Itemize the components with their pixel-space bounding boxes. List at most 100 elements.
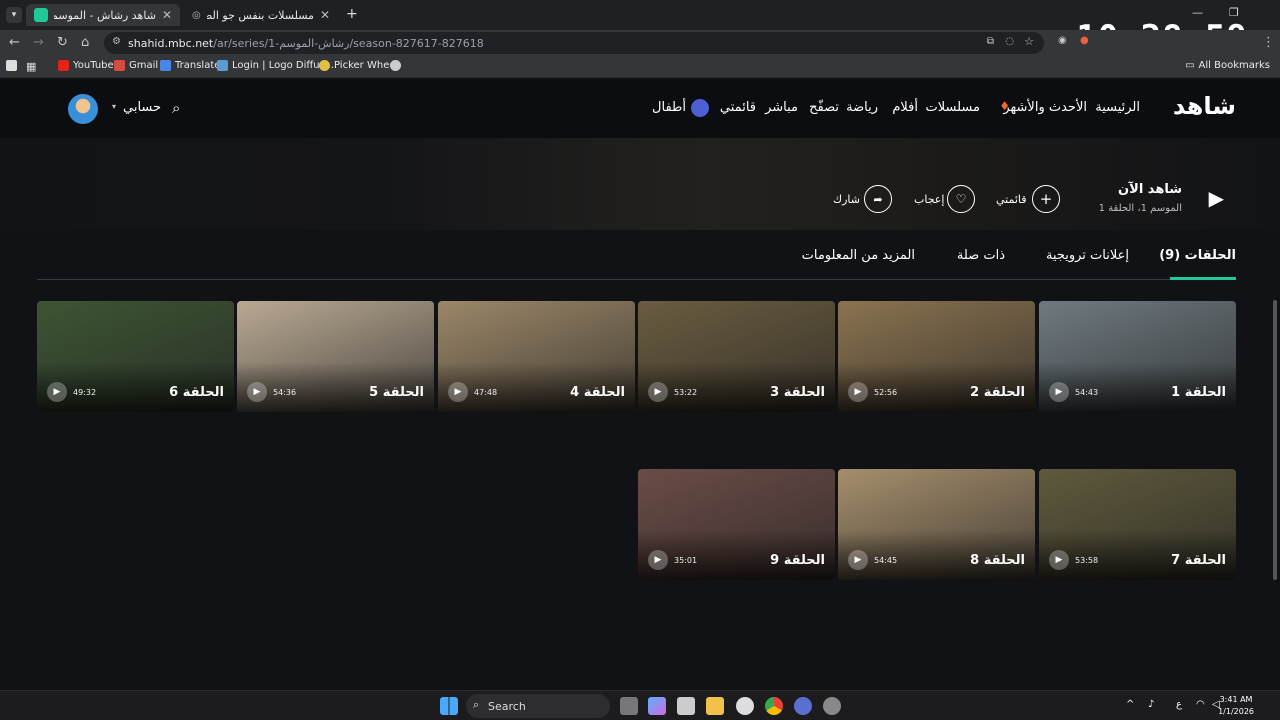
chrome-icon[interactable]: [765, 697, 783, 715]
back-icon[interactable]: ←: [9, 35, 20, 50]
new-tab-button[interactable]: +: [346, 6, 358, 22]
episode-duration: 54:45: [874, 556, 898, 565]
play-icon[interactable]: ▶: [1049, 550, 1069, 570]
url-path: /ar/series/رشاش-الموسم-1/season-827617-8…: [213, 36, 484, 50]
episode-card[interactable]: الحلقة 6 ▶ 49:32: [37, 301, 234, 412]
like-button[interactable]: ♡: [947, 185, 975, 213]
bookmark-gmail[interactable]: Gmail: [114, 60, 158, 71]
tab-more-info[interactable]: المزيد من المعلومات: [802, 248, 915, 263]
taskbar-clock[interactable]: 3:41 AM 1/1/2026: [1218, 694, 1254, 718]
settings-icon[interactable]: [736, 697, 754, 715]
app-notify-icon[interactable]: [823, 697, 841, 715]
episode-title: الحلقة 6: [169, 385, 224, 400]
extension-icon[interactable]: ◉: [1058, 35, 1067, 46]
episode-card[interactable]: الحلقة 3 ▶ 53:22: [638, 301, 835, 412]
play-icon[interactable]: ▶: [848, 382, 868, 402]
nav-browse[interactable]: تصفّح: [809, 100, 839, 115]
avatar[interactable]: [68, 94, 98, 124]
tab-title: شاهد رشاش - الموسم 1 | ...id.net: [54, 8, 156, 22]
search-icon[interactable]: ⌕: [172, 99, 180, 117]
play-icon[interactable]: ▶: [1209, 186, 1224, 210]
nav-kids[interactable]: أطفال: [652, 100, 686, 115]
nav-series[interactable]: مسلسلات: [926, 100, 980, 115]
forward-icon[interactable]: →: [33, 35, 44, 50]
share-button[interactable]: ➦: [864, 185, 892, 213]
apps-icon[interactable]: [6, 60, 17, 71]
nav-movies[interactable]: أفلام: [892, 100, 918, 115]
tab-episodes[interactable]: الحلقات (9): [1159, 248, 1236, 263]
add-mylist-button[interactable]: +: [1032, 185, 1060, 213]
nav-home[interactable]: الرئيسية: [1095, 100, 1140, 115]
episode-title: الحلقة 8: [970, 553, 1025, 568]
tab-shahid[interactable]: شاهد رشاش - الموسم 1 | ...id.net ✕: [26, 4, 180, 26]
tab-search[interactable]: ◎ مسلسلات بنفس جو الضارية ✕: [184, 4, 338, 26]
bookmark-globe[interactable]: [390, 60, 401, 71]
app-icon[interactable]: [794, 697, 812, 715]
page-scrollbar[interactable]: [1273, 300, 1277, 580]
episode-duration: 35:01: [674, 556, 698, 565]
explorer-icon[interactable]: [706, 697, 724, 715]
wheel-icon: [319, 60, 330, 71]
translate-icon: [160, 60, 171, 71]
play-icon[interactable]: ▶: [1049, 382, 1069, 402]
episode-card[interactable]: الحلقة 4 ▶ 47:48: [438, 301, 635, 412]
account-menu[interactable]: حسابي: [123, 100, 161, 115]
menu-icon[interactable]: ⋮: [1262, 35, 1275, 50]
tab-related[interactable]: ذات صلة: [957, 248, 1005, 263]
episode-card[interactable]: الحلقة 9 ▶ 35:01: [638, 469, 835, 580]
folder-icon: ▭: [1185, 60, 1195, 71]
play-icon[interactable]: ▶: [247, 382, 267, 402]
copilot-icon[interactable]: [648, 697, 666, 715]
tab-trailers[interactable]: إعلانات ترويجية: [1046, 248, 1129, 263]
chevron-down-icon[interactable]: ▾: [112, 102, 116, 111]
eye-off-icon[interactable]: ◌: [1005, 36, 1014, 47]
tab-search-icon[interactable]: ▾: [6, 7, 22, 23]
windows-start-icon[interactable]: [440, 697, 458, 715]
globe-icon: [390, 60, 401, 71]
hero-strip: ▶ شاهد الآن الموسم 1، الحلقة 1 + قائمتي …: [0, 138, 1280, 230]
site-info-icon[interactable]: ⚙: [112, 36, 121, 47]
taskbar-search[interactable]: ⌕ Search: [466, 694, 610, 718]
nav-mylist[interactable]: قائمتي: [720, 100, 756, 115]
episode-card[interactable]: الحلقة 5 ▶ 54:36: [237, 301, 434, 412]
bookmark-picker-wheel[interactable]: Picker Wheel: [319, 60, 398, 71]
play-icon[interactable]: ▶: [848, 550, 868, 570]
play-icon[interactable]: ▶: [648, 550, 668, 570]
episode-card[interactable]: الحلقة 7 ▶ 53:58: [1039, 469, 1236, 580]
active-tab-indicator: [1170, 277, 1236, 280]
bookmark-translate[interactable]: Translate: [160, 60, 220, 71]
episode-card[interactable]: الحلقة 1 ▶ 54:43: [1039, 301, 1236, 412]
play-icon[interactable]: ▶: [648, 382, 668, 402]
play-icon[interactable]: ▶: [47, 382, 67, 402]
store-icon[interactable]: [677, 697, 695, 715]
input-language[interactable]: ع: [1176, 699, 1182, 710]
tray-chevron-icon[interactable]: ^: [1126, 699, 1134, 710]
all-bookmarks[interactable]: ▭ All Bookmarks: [1185, 60, 1270, 71]
reload-icon[interactable]: ↻: [57, 35, 68, 50]
episode-title: الحلقة 4: [570, 385, 625, 400]
mic-icon[interactable]: ♪: [1148, 699, 1154, 710]
close-icon[interactable]: ✕: [162, 8, 172, 22]
nav-sports[interactable]: رياضة: [846, 100, 878, 115]
nav-live[interactable]: مباشر: [765, 100, 798, 115]
watch-now-title[interactable]: شاهد الآن: [1118, 182, 1182, 197]
nav-latest[interactable]: الأحدث والأشهر: [1003, 100, 1087, 115]
task-view-icon[interactable]: [620, 697, 638, 715]
install-icon[interactable]: ⧉: [987, 36, 994, 47]
grid-icon[interactable]: ▦: [26, 60, 36, 73]
episode-card[interactable]: الحلقة 8 ▶ 54:45: [838, 469, 1035, 580]
home-icon[interactable]: ⌂: [81, 35, 89, 50]
play-icon[interactable]: ▶: [448, 382, 468, 402]
gmail-icon: [114, 60, 125, 71]
shahid-logo[interactable]: شاهد: [1173, 92, 1237, 120]
site-header: شاهد الرئيسية الأحدث والأشهر ♦ مسلسلات أ…: [0, 80, 1280, 138]
episode-card[interactable]: الحلقة 2 ▶ 52:56: [838, 301, 1035, 412]
episode-duration: 53:58: [1075, 556, 1099, 565]
bookmark-youtube[interactable]: YouTube: [58, 60, 114, 71]
wifi-icon[interactable]: ◠: [1196, 699, 1205, 710]
close-icon[interactable]: ✕: [320, 8, 330, 22]
episode-duration: 52:56: [874, 388, 898, 397]
star-icon[interactable]: ☆: [1024, 35, 1034, 48]
url-input[interactable]: ⚙ shahid.mbc.net /ar/series/رشاش-الموسم-…: [104, 32, 1044, 54]
extension-fire-icon[interactable]: ●: [1080, 35, 1089, 46]
